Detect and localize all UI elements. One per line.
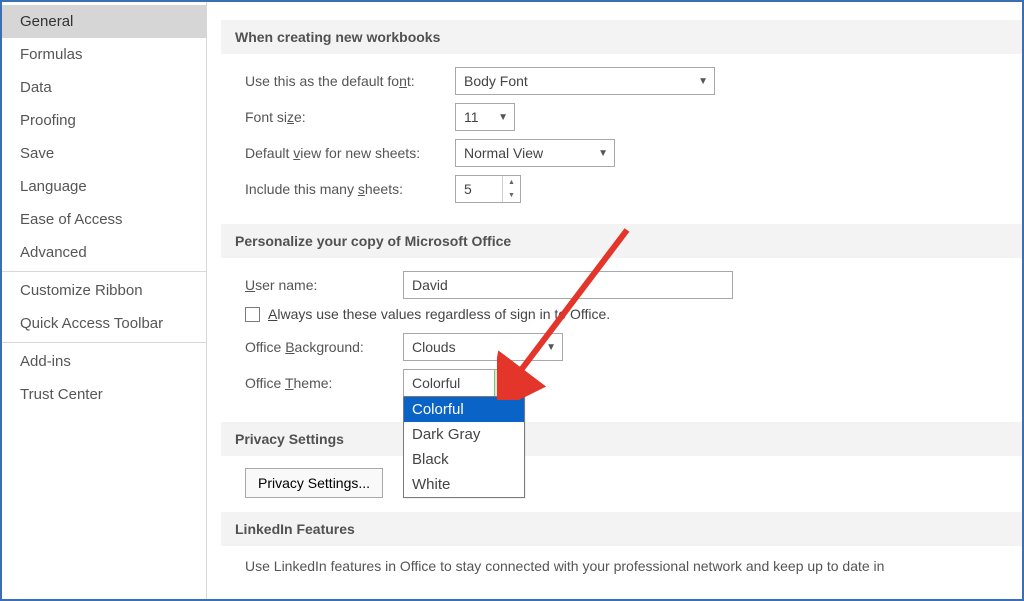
font-size-combo[interactable]: 11 ▼	[455, 103, 515, 131]
options-dialog: General Formulas Data Proofing Save Lang…	[0, 0, 1024, 601]
options-category-sidebar: General Formulas Data Proofing Save Lang…	[2, 2, 207, 599]
default-font-combo[interactable]: Body Font ▼	[455, 67, 715, 95]
office-background-label: Office Background:	[245, 339, 403, 355]
sidebar-item-formulas[interactable]: Formulas	[2, 38, 206, 71]
section-heading-personalize: Personalize your copy of Microsoft Offic…	[221, 224, 1022, 258]
sidebar-item-advanced[interactable]: Advanced	[2, 236, 206, 269]
office-theme-combo[interactable]: Colorful ▼	[403, 369, 515, 397]
username-label: User name:	[245, 277, 403, 293]
section-body-new-workbooks: Use this as the default font: Body Font …	[223, 66, 1022, 224]
spinner-arrows[interactable]: ▲ ▼	[502, 176, 520, 202]
section-heading-privacy: Privacy Settings	[221, 422, 1022, 456]
chevron-down-icon[interactable]: ▼	[503, 189, 520, 202]
office-theme-label: Office Theme:	[245, 375, 403, 391]
always-use-values-checkbox[interactable]	[245, 307, 260, 322]
default-view-combo[interactable]: Normal View ▼	[455, 139, 615, 167]
privacy-settings-button[interactable]: Privacy Settings...	[245, 468, 383, 498]
sidebar-item-customize-ribbon[interactable]: Customize Ribbon	[2, 274, 206, 307]
chevron-down-icon: ▼	[546, 342, 556, 353]
default-font-value: Body Font	[464, 73, 690, 89]
section-heading-linkedin: LinkedIn Features	[221, 512, 1022, 546]
chevron-down-icon: ▼	[504, 378, 514, 389]
sidebar-item-save[interactable]: Save	[2, 137, 206, 170]
sheets-count-label: Include this many sheets:	[245, 181, 455, 197]
office-theme-dropdown-list[interactable]: Colorful Dark Gray Black White	[403, 396, 525, 498]
sheets-count-value: 5	[456, 181, 502, 197]
chevron-up-icon[interactable]: ▲	[503, 176, 520, 189]
options-content-pane: When creating new workbooks Use this as …	[207, 2, 1022, 599]
sidebar-item-trust-center[interactable]: Trust Center	[2, 378, 206, 411]
username-value: David	[412, 277, 448, 293]
sidebar-item-add-ins[interactable]: Add-ins	[2, 345, 206, 378]
theme-option-white[interactable]: White	[404, 472, 524, 497]
sidebar-item-proofing[interactable]: Proofing	[2, 104, 206, 137]
theme-option-black[interactable]: Black	[404, 447, 524, 472]
office-background-value: Clouds	[412, 339, 538, 355]
office-theme-value: Colorful	[412, 375, 488, 391]
theme-option-colorful[interactable]: Colorful	[404, 397, 524, 422]
chevron-down-icon: ▼	[698, 76, 708, 87]
font-size-label: Font size:	[245, 109, 455, 125]
chevron-down-icon: ▼	[498, 112, 508, 123]
default-view-value: Normal View	[464, 145, 590, 161]
default-view-label: Default view for new sheets:	[245, 145, 455, 161]
font-size-value: 11	[464, 109, 490, 125]
section-body-privacy: Privacy Settings...	[223, 468, 1022, 512]
combo-dropdown-button[interactable]: ▼	[494, 370, 514, 396]
sidebar-item-quick-access-toolbar[interactable]: Quick Access Toolbar	[2, 307, 206, 340]
sidebar-item-general[interactable]: General	[2, 5, 206, 38]
default-font-label: Use this as the default font:	[245, 73, 455, 89]
sidebar-divider	[2, 342, 206, 343]
sidebar-divider	[2, 271, 206, 272]
linkedin-description: Use LinkedIn features in Office to stay …	[223, 558, 1022, 574]
section-body-personalize: User name: David Always use these values…	[223, 270, 1022, 418]
sidebar-item-language[interactable]: Language	[2, 170, 206, 203]
theme-option-dark-gray[interactable]: Dark Gray	[404, 422, 524, 447]
chevron-down-icon: ▼	[598, 148, 608, 159]
office-background-combo[interactable]: Clouds ▼	[403, 333, 563, 361]
sidebar-item-ease-of-access[interactable]: Ease of Access	[2, 203, 206, 236]
section-heading-new-workbooks: When creating new workbooks	[221, 20, 1022, 54]
username-input[interactable]: David	[403, 271, 733, 299]
sidebar-item-data[interactable]: Data	[2, 71, 206, 104]
sheets-count-spinner[interactable]: 5 ▲ ▼	[455, 175, 521, 203]
always-use-values-label: Always use these values regardless of si…	[268, 306, 610, 322]
